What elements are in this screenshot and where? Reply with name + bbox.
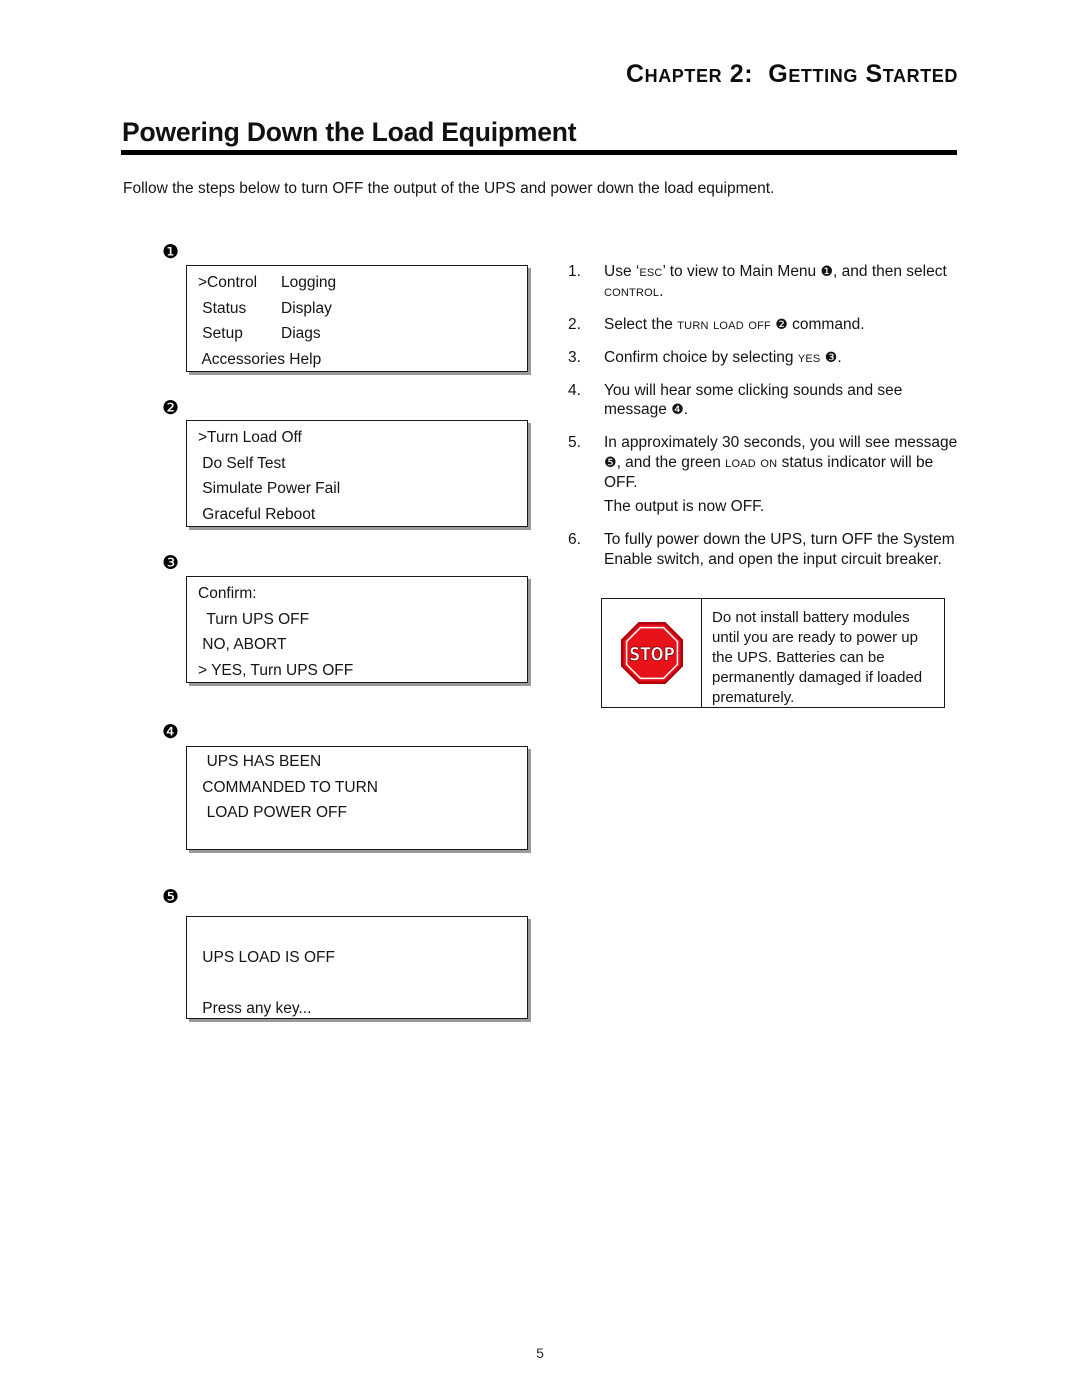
step-text-fragment: Select the xyxy=(604,315,678,333)
step-text-fragment: . xyxy=(659,282,664,300)
step-number: 6. xyxy=(568,530,581,548)
intro-paragraph: Follow the steps below to turn OFF the o… xyxy=(123,180,775,197)
step-text: Select the turn load off ❷ command. xyxy=(604,315,958,335)
step-text-fragment: In approximately 30 seconds, you will se… xyxy=(604,434,958,452)
step-text: To fully power down the UPS, turn OFF th… xyxy=(604,530,958,570)
page-number: 5 xyxy=(536,1345,544,1361)
panel-step-marker-1: ❶ xyxy=(162,241,180,263)
lcd-line: UPS HAS BEEN xyxy=(198,753,322,770)
step-extra-line: The output is now OFF. xyxy=(604,497,765,515)
lcd-line-column2: Logging xyxy=(281,274,337,291)
step-smallcaps-term: turn load off xyxy=(677,315,771,333)
instruction-step: 1. Use ‘esc’ to view to Main Menu ❶, and … xyxy=(568,262,958,302)
step-number: 2. xyxy=(568,315,581,333)
step-number: 1. xyxy=(568,263,581,280)
panel-step-marker-3: ❸ xyxy=(162,552,180,574)
lcd-line: Turn UPS OFF xyxy=(198,610,310,628)
lcd-panel-3: Confirm: Turn UPS OFF NO, ABORT > YES, Tu… xyxy=(186,576,528,683)
step-number: 5. xyxy=(568,434,581,452)
step-panel-reference-marker: ❶ xyxy=(820,264,834,280)
step-number: 3. xyxy=(568,348,581,366)
step-panel-reference-marker: ❷ xyxy=(775,316,788,333)
step-text-fragment: Use ‘ xyxy=(604,263,640,280)
instruction-step: 2. Select the turn load off ❷ command. xyxy=(568,315,958,335)
chapter-header: Chapter 2: Getting Started xyxy=(625,60,958,88)
step-text-fragment: ’ to view to Main Menu xyxy=(662,263,821,280)
step-text-fragment: You will hear some clicking sounds and s… xyxy=(604,381,903,419)
instruction-step-list: 1. Use ‘esc’ to view to Main Menu ❶, and … xyxy=(568,262,958,582)
lcd-line: Confirm: xyxy=(198,585,257,602)
step-text-fragment: , and the green xyxy=(616,454,726,472)
lcd-line: Do Self Test xyxy=(198,454,286,472)
step-smallcaps-term: yes xyxy=(797,348,821,366)
lcd-line: COMMANDED TO TURN xyxy=(198,778,378,796)
warning-text: Do not install battery modules until you… xyxy=(712,609,923,706)
step-text-fragment: To fully power down the UPS, turn OFF th… xyxy=(604,530,955,568)
lcd-line-column2: Display xyxy=(281,299,332,317)
lcd-line: >Turn Load Off xyxy=(198,429,302,446)
panel-step-marker-2: ❷ xyxy=(162,397,180,419)
stop-sign-icon: STOP xyxy=(620,622,683,684)
instruction-step: 4. You will hear some clicking sounds and… xyxy=(568,381,958,421)
step-smallcaps-term: load on xyxy=(725,454,778,472)
lcd-line: UPS LOAD IS OFF xyxy=(198,948,335,966)
step-text-fragment: . xyxy=(837,348,842,366)
lcd-panel-5: UPS LOAD IS OFF Press any key... xyxy=(186,916,528,1019)
step-text: Confirm choice by selecting yes ❸. xyxy=(604,348,958,368)
panel-step-marker-5: ❺ xyxy=(162,886,180,908)
warning-icon-cell: STOP xyxy=(602,599,702,707)
lcd-line: NO, ABORT xyxy=(198,636,287,653)
lcd-line: Status xyxy=(198,299,247,317)
panel-step-marker-4: ❹ xyxy=(162,721,180,743)
instruction-step: 5. In approximately 30 seconds, you will … xyxy=(568,433,958,516)
warning-callout: STOP Do not install battery modules unti… xyxy=(601,598,945,708)
lcd-line: >Control xyxy=(198,274,258,291)
lcd-line: Graceful Reboot xyxy=(198,505,316,523)
lcd-panel-1: >Control Status Setup Accessories Help Lo… xyxy=(186,265,528,372)
lcd-line-column2: Diags xyxy=(281,325,321,342)
title-underline-rule xyxy=(121,150,957,155)
lcd-line: Simulate Power Fail xyxy=(198,480,341,497)
step-text: In approximately 30 seconds, you will se… xyxy=(604,433,958,516)
step-smallcaps-term: control xyxy=(604,282,660,300)
lcd-line: > YES, Turn UPS OFF xyxy=(198,661,354,679)
step-panel-reference-marker: ❺ xyxy=(604,455,617,472)
step-text-fragment: Confirm choice by selecting xyxy=(604,348,798,366)
stop-sign-label: STOP xyxy=(629,644,675,666)
step-text-fragment: . xyxy=(683,401,689,419)
lcd-line: Accessories Help xyxy=(198,350,322,368)
step-panel-reference-marker: ❸ xyxy=(824,349,838,366)
step-number: 4. xyxy=(568,381,581,399)
step-text-fragment: command. xyxy=(787,315,865,333)
step-text: Use ‘esc’ to view to Main Menu ❶, and th… xyxy=(604,262,958,302)
page-title: Powering Down the Load Equipment xyxy=(122,117,577,147)
step-panel-reference-marker: ❹ xyxy=(671,402,684,419)
lcd-line: Press any key... xyxy=(198,999,312,1017)
step-text: You will hear some clicking sounds and s… xyxy=(604,381,958,421)
step-smallcaps-term: esc xyxy=(639,263,663,280)
lcd-line: Setup xyxy=(198,325,243,342)
lcd-panel-4: UPS HAS BEEN COMMANDED TO TURN LOAD POWE… xyxy=(186,746,528,850)
lcd-panel-2: >Turn Load Off Do Self Test Simulate Pow… xyxy=(186,420,528,527)
lcd-line: LOAD POWER OFF xyxy=(198,804,347,821)
instruction-step: 6. To fully power down the UPS, turn OFF … xyxy=(568,530,958,570)
instruction-step: 3. Confirm choice by selecting yes ❸. xyxy=(568,348,958,368)
step-text-fragment: , and then select xyxy=(833,263,947,280)
